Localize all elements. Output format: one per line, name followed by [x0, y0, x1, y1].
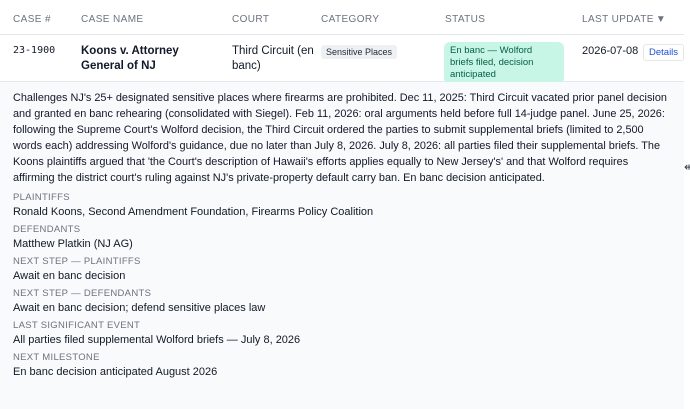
next-step-defendants-label: NEXT STEP — DEFENDANTS: [13, 288, 152, 299]
defendants-value: Matthew Platkin (NJ AG): [13, 238, 133, 250]
last-significant-event-value: All parties filed supplemental Wolford b…: [13, 334, 301, 346]
court: Third Circuit (en banc): [232, 45, 314, 72]
sort-descending-icon[interactable]: ▼: [656, 14, 666, 25]
header-court[interactable]: COURT: [232, 14, 269, 25]
details-button[interactable]: Details: [643, 44, 685, 61]
case-summary: Challenges NJ's 25+ designated sensitive…: [13, 92, 667, 184]
table-row[interactable]: 23-1900 Koons v. Attorney General of NJ …: [0, 35, 685, 84]
next-milestone-value: En banc decision anticipated August 2026: [13, 366, 218, 378]
case-detail-panel: Challenges NJ's 25+ designated sensitive…: [0, 82, 684, 409]
next-step-plaintiffs-value: Await en banc decision: [13, 270, 126, 282]
plaintiffs-label: PLAINTIFFS: [13, 192, 70, 203]
header-category[interactable]: CATEGORY: [321, 14, 379, 25]
status-badge: En banc — Wolford briefs filed, decision…: [444, 42, 564, 84]
header-status[interactable]: STATUS: [445, 14, 485, 25]
header-last-update-label: LAST UPDATE: [582, 14, 654, 25]
plaintiffs-value: Ronald Koons, Second Amendment Foundatio…: [13, 206, 374, 218]
case-number: 23-1900: [13, 45, 56, 56]
table-header: CASE # CASE NAME COURT CATEGORY STATUS L…: [0, 0, 684, 35]
header-case-name[interactable]: CASE NAME: [81, 14, 144, 25]
defendants-label: DEFENDANTS: [13, 224, 81, 235]
next-milestone-label: NEXT MILESTONE: [13, 352, 100, 363]
header-case-number[interactable]: CASE #: [13, 14, 51, 25]
case-name: Koons v. Attorney General of NJ: [81, 45, 179, 72]
next-step-defendants-value: Await en banc decision; defend sensitive…: [13, 302, 266, 314]
next-step-plaintiffs-label: NEXT STEP — PLAINTIFFS: [13, 256, 141, 267]
last-significant-event-label: LAST SIGNIFICANT EVENT: [13, 320, 141, 331]
resize-horizontal-cursor-icon: ⇹: [684, 160, 690, 174]
last-update-date: 2026-07-08: [582, 45, 639, 57]
category-badge: Sensitive Places: [321, 45, 398, 59]
header-last-update[interactable]: LAST UPDATE ▼: [582, 14, 666, 25]
